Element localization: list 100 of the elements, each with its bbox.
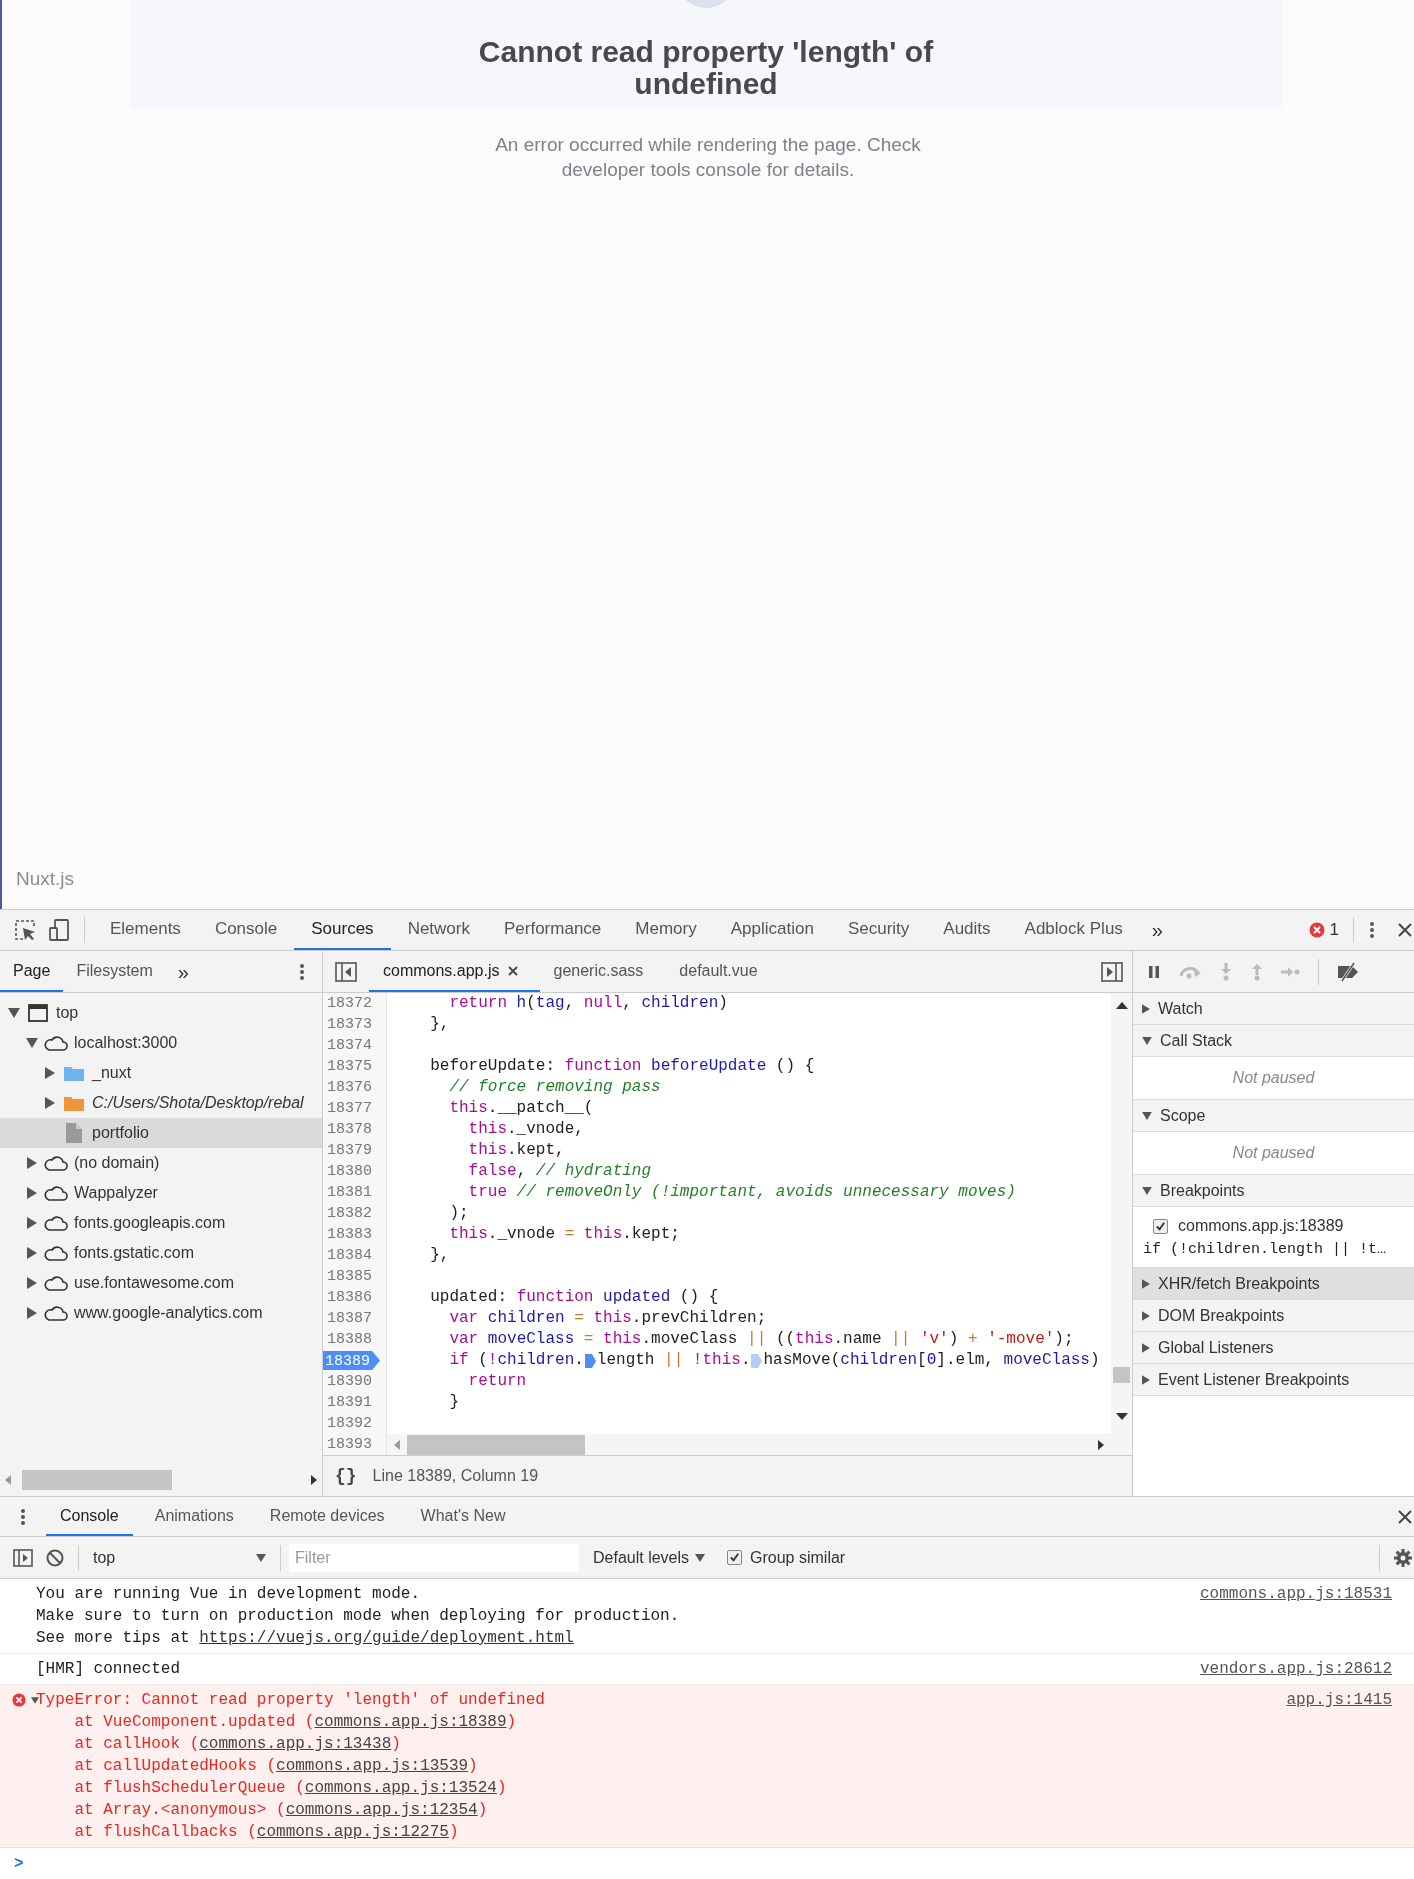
more-options-icon[interactable] <box>1370 922 1374 938</box>
collapsed-arrow-icon[interactable] <box>27 1247 37 1259</box>
scroll-down-icon[interactable] <box>1115 1413 1128 1421</box>
file-tab[interactable]: generic.sass <box>539 951 666 992</box>
line-number: 18377 <box>326 1099 372 1119</box>
sidebar-toggle-icon[interactable] <box>1101 961 1123 982</box>
tree-item[interactable]: www.google-analytics.com <box>0 1298 322 1328</box>
filter-field[interactable]: Filter <box>289 1543 579 1572</box>
console-prompt[interactable]: > <box>14 1852 24 1876</box>
link[interactable]: commons.app.js:13539 <box>276 1757 469 1775</box>
close-icon[interactable] <box>1398 923 1412 937</box>
tree-item[interactable]: (no domain) <box>0 1148 322 1178</box>
section-header[interactable]: Event Listener Breakpoints <box>1133 1364 1414 1396</box>
sidebar-toggle-icon[interactable] <box>335 961 357 982</box>
close-icon[interactable] <box>1398 1509 1412 1524</box>
scroll-right-icon[interactable] <box>1097 1439 1105 1450</box>
tree-item[interactable]: fonts.gstatic.com <box>0 1238 322 1268</box>
source-link[interactable]: commons.app.js:18531 <box>1199 1583 1392 1605</box>
settings-icon[interactable] <box>1394 1548 1412 1567</box>
scroll-right-icon[interactable] <box>310 1475 318 1485</box>
inline-breakpoint-icon[interactable] <box>584 1353 596 1368</box>
tree-item[interactable]: use.fontawesome.com <box>0 1268 322 1298</box>
levels-dropdown[interactable]: Default levels <box>593 1545 706 1570</box>
more-options-icon[interactable] <box>21 1508 25 1525</box>
link[interactable]: https://vuejs.org/guide/deployment.html <box>199 1629 574 1647</box>
section-header[interactable]: Call Stack <box>1133 1025 1414 1057</box>
panel-tab[interactable]: Console <box>197 910 295 950</box>
navigator-tab[interactable]: Filesystem <box>63 951 166 992</box>
section-header[interactable]: XHR/fetch Breakpoints <box>1133 1268 1414 1300</box>
tree-item[interactable]: _nuxt <box>0 1058 322 1088</box>
link[interactable]: commons.app.js:12275 <box>256 1823 449 1841</box>
panel-tab[interactable]: Application <box>713 910 831 950</box>
pretty-print-button[interactable]: {} <box>335 1462 357 1490</box>
tree-item[interactable]: fonts.googleapis.com <box>0 1208 322 1238</box>
panel-tab[interactable]: Security <box>830 910 927 950</box>
close-icon[interactable] <box>507 965 518 976</box>
section-header[interactable]: Watch <box>1133 993 1414 1025</box>
checkbox[interactable] <box>1153 1218 1168 1234</box>
panel-tab[interactable]: Memory <box>618 910 714 950</box>
section-header[interactable]: Global Listeners <box>1133 1332 1414 1364</box>
scroll-up-icon[interactable] <box>1115 1001 1128 1009</box>
link[interactable]: commons.app.js:13524 <box>304 1779 497 1797</box>
more-tabs-button[interactable]: » <box>1139 910 1175 950</box>
panel-tab[interactable]: Network <box>390 910 487 950</box>
line-number: 18375 <box>326 1057 372 1077</box>
tree-item[interactable]: Wappalyzer <box>0 1178 322 1208</box>
inspect-icon[interactable] <box>14 919 36 941</box>
pause-icon[interactable] <box>1147 964 1161 979</box>
scroll-left-icon[interactable] <box>4 1475 12 1485</box>
breakpoint-location: commons.app.js:18389 <box>1178 1216 1344 1236</box>
section-header[interactable]: Scope <box>1133 1100 1414 1132</box>
expanded-arrow-icon[interactable] <box>26 1038 38 1048</box>
tree-item[interactable]: C:/Users/Shota/Desktop/rebal <box>0 1088 322 1118</box>
sidebar-toggle-icon[interactable] <box>13 1548 33 1567</box>
device-toolbar-icon[interactable] <box>48 919 70 941</box>
panel-tab[interactable]: Performance <box>487 910 619 950</box>
drawer-tab[interactable]: What's New <box>406 1497 520 1536</box>
drawer-tab[interactable]: Remote devices <box>255 1497 399 1536</box>
section-header[interactable]: DOM Breakpoints <box>1133 1300 1414 1332</box>
checkbox[interactable] <box>727 1550 743 1565</box>
collapsed-arrow-icon <box>1142 1310 1150 1321</box>
source-link[interactable]: app.js:1415 <box>1286 1689 1392 1711</box>
expanded-arrow-icon[interactable] <box>8 1008 20 1018</box>
link[interactable]: commons.app.js:13438 <box>199 1735 392 1753</box>
collapsed-arrow-icon[interactable] <box>27 1217 37 1229</box>
more-options-icon[interactable] <box>300 963 304 980</box>
file-tab[interactable]: default.vue <box>665 951 780 992</box>
context-dropdown[interactable]: top <box>79 1545 274 1570</box>
collapsed-arrow-icon[interactable] <box>27 1187 37 1199</box>
collapsed-arrow-icon[interactable] <box>27 1157 37 1169</box>
scroll-left-icon[interactable] <box>393 1439 401 1450</box>
code-line: this.kept, <box>467 1140 565 1161</box>
panel-tab[interactable]: Elements <box>93 910 198 950</box>
expanded-arrow-icon <box>1142 1036 1152 1045</box>
source-link[interactable]: vendors.app.js:28612 <box>1199 1658 1392 1680</box>
tree-item[interactable]: portfolio <box>0 1118 322 1148</box>
collapsed-arrow-icon[interactable] <box>45 1097 55 1109</box>
drawer-tab[interactable]: Animations <box>140 1497 248 1536</box>
cloud-icon <box>44 1185 68 1201</box>
link[interactable]: commons.app.js:18389 <box>314 1713 507 1731</box>
scrollbar-thumb[interactable] <box>407 1434 585 1455</box>
navigator-tab[interactable]: Page <box>0 951 64 992</box>
collapsed-arrow-icon[interactable] <box>27 1307 37 1319</box>
line-number: 18386 <box>326 1288 372 1308</box>
expanded-arrow-icon <box>1142 1186 1152 1195</box>
scrollbar-thumb[interactable] <box>1113 1367 1130 1383</box>
code-line: beforeUpdate: function beforeUpdate () { <box>429 1056 815 1077</box>
link[interactable]: commons.app.js:12354 <box>285 1801 478 1819</box>
panel-tab[interactable]: Adblock Plus <box>1007 910 1140 950</box>
error-count-button[interactable]: 1 <box>1300 910 1347 950</box>
collapsed-arrow-icon[interactable] <box>27 1277 37 1289</box>
more-tabs-button[interactable]: » <box>165 951 201 992</box>
tree-item[interactable]: localhost:3000 <box>0 1028 322 1058</box>
panel-tab[interactable]: Audits <box>926 910 1008 950</box>
error-title: Cannot read property 'length' of undefined <box>477 36 935 100</box>
clear-console-icon[interactable] <box>46 1548 64 1567</box>
section-header[interactable]: Breakpoints <box>1133 1175 1414 1207</box>
collapsed-arrow-icon[interactable] <box>45 1067 55 1079</box>
scrollbar-thumb[interactable] <box>22 1470 172 1490</box>
tree-item[interactable]: top <box>0 998 322 1028</box>
